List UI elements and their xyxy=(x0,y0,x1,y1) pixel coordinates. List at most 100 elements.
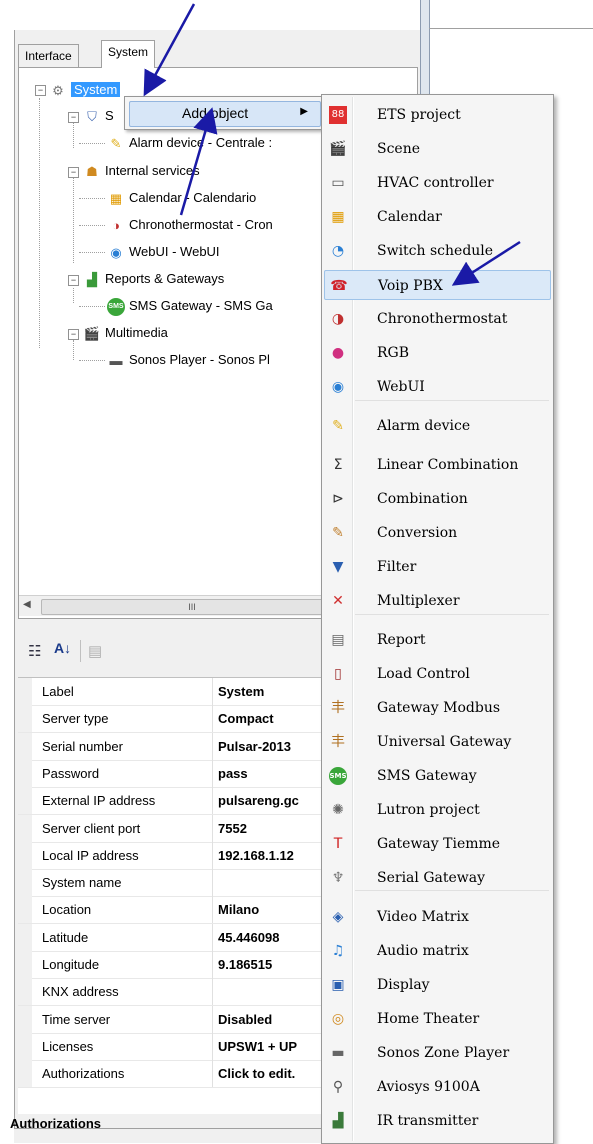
property-value[interactable]: 45.446098 xyxy=(218,930,279,945)
menu-item-combination[interactable]: ⊳ Combination xyxy=(324,484,551,514)
menu-item-multiplexer[interactable]: ✕ Multiplexer xyxy=(324,586,551,616)
property-label: Local IP address xyxy=(42,847,139,863)
menu-item-webui[interactable]: ◉ WebUI xyxy=(324,372,551,402)
tree-item-alarm[interactable]: ✎ Alarm device - Centrale : xyxy=(107,133,273,153)
menu-item-sonos-zone-player[interactable]: ▬ Sonos Zone Player xyxy=(324,1038,551,1068)
property-value[interactable]: 7552 xyxy=(218,821,247,836)
property-value[interactable]: pass xyxy=(218,766,248,781)
menu-item-scene[interactable]: 🎬 Scene xyxy=(324,134,551,164)
menu-item-display[interactable]: ▣ Display xyxy=(324,970,551,1000)
menu-item-hvac-controller[interactable]: ▭ HVAC controller xyxy=(324,168,551,198)
menu-item-calendar[interactable]: ▦ Calendar xyxy=(324,202,551,232)
tree-item-calendar[interactable]: ▦ Calendar - Calendario xyxy=(107,188,256,208)
tree-item-label: Internal services xyxy=(105,163,200,178)
menu-item-label: Gateway Modbus xyxy=(377,700,501,716)
collapse-toggle[interactable]: − xyxy=(68,275,79,286)
menu-item-linear-combination[interactable]: Σ Linear Combination xyxy=(324,450,551,480)
menu-item-load-control[interactable]: ▯ Load Control xyxy=(324,659,551,689)
categorized-icon[interactable]: ☷ xyxy=(28,642,41,660)
property-label: Authorizations xyxy=(42,1066,125,1082)
column-divider xyxy=(212,896,213,924)
property-value[interactable]: Click to edit. xyxy=(218,1066,295,1081)
property-value[interactable]: Pulsar-2013 xyxy=(218,739,291,754)
property-label: Location xyxy=(42,902,92,918)
menu-item-rgb[interactable]: ● RGB xyxy=(324,338,551,368)
tree-item-security[interactable]: ⛉ S xyxy=(83,106,114,126)
scroll-grip: III xyxy=(188,602,196,612)
chronothermostat-icon: ◑ xyxy=(112,217,120,233)
collapse-toggle[interactable]: − xyxy=(35,85,46,96)
menu-item-report[interactable]: ▤ Report xyxy=(324,625,551,655)
property-value[interactable]: Milano xyxy=(218,902,259,917)
property-label: Time server xyxy=(42,1011,111,1027)
collapse-toggle[interactable]: − xyxy=(68,329,79,340)
menu-item-ir-transmitter[interactable]: ▟ IR transmitter xyxy=(324,1106,551,1136)
menu-item-add-object[interactable]: Add object ▶ xyxy=(129,101,321,127)
tab-interface[interactable]: Interface xyxy=(18,44,79,67)
property-pages-icon[interactable]: ▤ xyxy=(88,642,102,660)
tree-item-sonos-player[interactable]: ▬ Sonos Player - Sonos Pl xyxy=(107,350,270,370)
menu-item-label: Display xyxy=(377,977,430,993)
menu-item-video-matrix[interactable]: ◈ Video Matrix xyxy=(324,902,551,932)
monitor-icon: ▣ xyxy=(331,977,345,993)
tree-item-label: Multimedia xyxy=(105,325,168,340)
property-label: Label xyxy=(42,684,74,699)
tree-item-sms-gateway[interactable]: SMS SMS Gateway - SMS Ga xyxy=(107,296,273,316)
menu-item-label: ETS project xyxy=(377,107,461,123)
menu-item-label: Multiplexer xyxy=(377,593,460,609)
menu-item-universal-gateway[interactable]: 丰 Universal Gateway xyxy=(324,727,551,757)
tree-item-chronothermostat[interactable]: ◑ Chronothermostat - Cron xyxy=(107,215,273,235)
menu-item-serial-gateway[interactable]: ♆ Serial Gateway xyxy=(324,863,551,893)
menu-item-audio-matrix[interactable]: ♫ Audio matrix xyxy=(324,936,551,966)
signpost-icon: 丰 xyxy=(331,734,345,750)
menu-item-switch-schedule[interactable]: ◔ Switch schedule xyxy=(324,236,551,266)
menu-item-gateway-tiemme[interactable]: T Gateway Tiemme xyxy=(324,829,551,859)
property-value[interactable]: System xyxy=(218,684,264,699)
aviosys-icon: ⚲ xyxy=(332,1079,344,1095)
tab-system[interactable]: System xyxy=(101,40,156,68)
submenu-arrow-icon: ▶ xyxy=(300,106,308,117)
menu-item-label: Serial Gateway xyxy=(377,870,486,886)
menu-item-filter[interactable]: ▼ Filter xyxy=(324,552,551,582)
property-label: Server type xyxy=(42,711,109,727)
property-value[interactable]: Disabled xyxy=(218,1012,272,1027)
tree-item-label: Sonos Player - Sonos Pl xyxy=(129,352,270,367)
clapperboard-icon: 🎬 xyxy=(329,141,347,157)
menu-item-gateway-modbus[interactable]: 丰 Gateway Modbus xyxy=(324,693,551,723)
ets-icon: 88 xyxy=(329,106,347,124)
collapse-toggle[interactable]: − xyxy=(68,112,79,123)
row-gutter xyxy=(18,923,32,951)
menu-item-home-theater[interactable]: ◎ Home Theater xyxy=(324,1004,551,1034)
collapse-toggle[interactable]: − xyxy=(68,167,79,178)
menu-item-aviosys-9100a[interactable]: ⚲ Aviosys 9100A xyxy=(324,1072,551,1102)
tree-item-reports-gateways[interactable]: ▟ Reports & Gateways xyxy=(83,269,224,289)
menu-item-voip-pbx[interactable]: ☎ Voip PBX xyxy=(324,270,551,300)
property-value[interactable]: pulsareng.gc xyxy=(218,793,299,808)
tree-item-system[interactable]: ⚙ System xyxy=(49,80,121,100)
tree-item-webui[interactable]: ◉ WebUI - WebUI xyxy=(107,242,219,262)
sort-az-icon[interactable]: A↓ xyxy=(54,640,71,656)
property-value[interactable]: 9.186515 xyxy=(218,957,272,972)
property-value[interactable]: UPSW1 + UP xyxy=(218,1039,297,1054)
menu-item-label: Voip PBX xyxy=(378,278,443,294)
scroll-thumb[interactable]: III xyxy=(41,599,343,615)
tree-item-multimedia[interactable]: 🎬 Multimedia xyxy=(83,323,168,343)
menu-item-label: Aviosys 9100A xyxy=(377,1079,480,1095)
menu-item-alarm-device[interactable]: ✎ Alarm device xyxy=(324,411,551,441)
tree-item-internal-services[interactable]: ☗ Internal services xyxy=(83,161,200,181)
column-divider xyxy=(212,1032,213,1060)
alarm-icon: ✎ xyxy=(110,135,122,151)
property-value[interactable]: 192.168.1.12 xyxy=(218,848,294,863)
property-label: Password xyxy=(42,765,100,781)
add-object-submenu: 88 ETS project 🎬 Scene ▭ HVAC controller ▦ Cale… xyxy=(321,94,554,1144)
menu-item-conversion[interactable]: ✎ Conversion xyxy=(324,518,551,548)
row-gutter xyxy=(18,841,32,869)
menu-item-chronothermostat[interactable]: ◑ Chronothermostat xyxy=(324,304,551,334)
funnel-icon: ▼ xyxy=(332,559,344,575)
scroll-left-arrow[interactable]: ◀ xyxy=(23,599,31,610)
menu-item-lutron-project[interactable]: ✺ Lutron project xyxy=(324,795,551,825)
property-label: External IP address xyxy=(42,793,156,809)
menu-item-ets-project[interactable]: 88 ETS project xyxy=(324,100,551,130)
menu-item-sms-gateway[interactable]: SMS SMS Gateway xyxy=(324,761,551,791)
property-value[interactable]: Compact xyxy=(218,711,274,726)
